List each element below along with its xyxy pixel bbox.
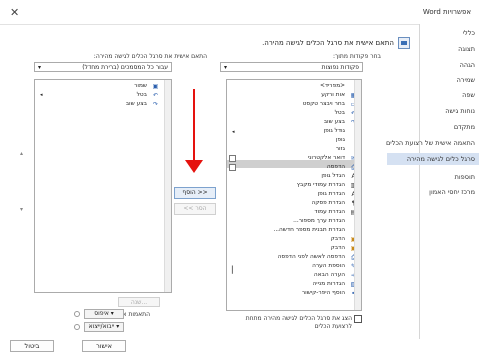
list-item[interactable]: הגדל גופן xyxy=(321,173,345,179)
title-bar: ✕ אפשרויות Word xyxy=(0,0,479,24)
list-item[interactable]: הדבק xyxy=(331,236,345,242)
list-item[interactable]: בצע שוב xyxy=(126,101,147,107)
customize-toolbar-select[interactable]: עבור כל המסמכים (ברירת מחדל) ▾ xyxy=(34,62,172,72)
red-arrow-head-icon xyxy=(185,160,203,173)
undo-icon: ↶ xyxy=(152,92,159,99)
submenu-arrow-icon: ◂ xyxy=(40,92,43,98)
customize-toolbar-value: עבור כל המסמכים (ברירת מחדל) xyxy=(82,64,168,71)
modify-button[interactable]: שנה... xyxy=(118,297,160,307)
customize-toolbar-label: התאם אישית את סרגל הכלים לגישה מהירה: xyxy=(93,53,207,60)
list-item[interactable]: הדפסה לאשה לפני הדפסה xyxy=(278,254,345,260)
list-item[interactable]: בחר ויבצר טקסט xyxy=(303,101,345,107)
list-item[interactable]: הגדרת פסקה xyxy=(311,200,345,206)
list-item[interactable]: גופן xyxy=(336,137,345,143)
page-title: התאם אישית את סרגל הכלים לגישה מהירה. xyxy=(262,39,394,47)
list-item[interactable]: בטל xyxy=(335,110,345,116)
list-item[interactable]: דואר אלקטרוני xyxy=(308,155,345,161)
import-export-dropdown[interactable]: ייבוא/ייצוא ▾ xyxy=(84,322,124,332)
info-icon xyxy=(74,324,80,330)
list-item[interactable]: הוסף היפר-קישור xyxy=(302,290,345,296)
toolbar-items-list[interactable]: שמור בטל בצע שוב ▣ ↶ ↷ ◂ xyxy=(34,79,172,293)
toolbar-icon xyxy=(398,37,410,49)
list-item[interactable]: הגדרת תבנית מספר חדשה... xyxy=(273,227,345,233)
chevron-down-icon: ▾ xyxy=(224,64,228,71)
list-item[interactable]: הדבק xyxy=(331,245,345,251)
add-button[interactable]: הוסף >> xyxy=(174,187,216,199)
sidebar-item-language[interactable]: שפה xyxy=(462,91,475,99)
list-item[interactable]: הגדרת ערך מספור... xyxy=(293,218,345,224)
import-export-label: ייבוא/ייצוא xyxy=(88,323,115,330)
sidebar-item-proofing[interactable]: הגהה xyxy=(460,61,475,69)
sidebar: כללי תצוגה הגהה שמירה שפה נוחות גישה מתק… xyxy=(386,24,479,339)
dropdown-indicator-icon xyxy=(229,164,236,171)
save-icon: ▣ xyxy=(152,83,159,90)
sidebar-item-advanced[interactable]: מתקדם xyxy=(454,123,475,131)
sidebar-item-general[interactable]: כללי xyxy=(463,29,475,37)
list-item[interactable]: אות ורקע xyxy=(321,92,345,98)
list-item[interactable]: בטל xyxy=(137,92,147,98)
list-item[interactable]: הגדרת עמודי מקבץ xyxy=(297,182,345,188)
show-below-ribbon-label: הצג את סרגל הכלים לגישה מהירה מתחת לרצוע… xyxy=(245,315,352,330)
commands-list[interactable]: <מפריד> אות ורקע בחר ויבצר טקסט בטל בצע … xyxy=(226,79,362,311)
dialog-footer: אישור ביטול xyxy=(0,339,479,353)
show-below-ribbon-checkbox[interactable] xyxy=(354,315,362,323)
reset-dropdown[interactable]: איפוס ▾ xyxy=(84,309,124,319)
reset-label: איפוס xyxy=(94,310,109,317)
chevron-down-icon: ▾ xyxy=(38,64,42,71)
sidebar-item-addins[interactable]: תוספות xyxy=(455,173,475,181)
list-item[interactable]: גזור xyxy=(336,146,345,152)
list-item[interactable]: הוספת הערה xyxy=(312,263,345,269)
sidebar-item-display[interactable]: תצוגה xyxy=(458,45,475,53)
move-down-icon[interactable]: ▾ xyxy=(20,206,23,213)
choose-commands-value: פקודות נפוצות xyxy=(321,64,359,71)
choose-commands-select[interactable]: פקודות נפוצות ▾ xyxy=(220,62,363,72)
list-item[interactable]: גודל גופן xyxy=(324,128,345,134)
redo-icon: ↷ xyxy=(152,101,159,108)
toolbar-items-scrollbar[interactable] xyxy=(164,80,171,292)
list-item[interactable]: הערה הבאה xyxy=(314,272,345,278)
cursor-icon: ▏ xyxy=(232,266,238,274)
close-icon[interactable]: ✕ xyxy=(10,6,19,19)
cancel-button[interactable]: ביטול xyxy=(10,340,54,352)
list-item[interactable]: הגדרות מנייה xyxy=(313,281,345,287)
list-item[interactable]: הדפסה xyxy=(327,164,345,170)
list-item[interactable]: בצע שוב xyxy=(324,119,345,125)
window-title: אפשרויות Word xyxy=(422,8,471,16)
main-panel: התאם אישית את סרגל הכלים לגישה מהירה. בח… xyxy=(0,24,419,339)
list-item[interactable]: הגדרת עמוד xyxy=(314,209,345,215)
ok-button[interactable]: אישור xyxy=(82,340,126,352)
list-item[interactable]: הגדרת גופן xyxy=(318,191,345,197)
sidebar-item-accessibility[interactable]: נוחות גישה xyxy=(445,107,475,115)
sidebar-item-save[interactable]: שמירה xyxy=(457,76,475,84)
move-up-icon[interactable]: ▴ xyxy=(20,150,23,157)
submenu-arrow-icon: ◂ xyxy=(232,129,235,135)
red-arrow-shaft xyxy=(193,89,195,161)
info-icon xyxy=(74,311,80,317)
commands-scrollbar[interactable] xyxy=(354,80,361,310)
list-item[interactable]: <מפריד> xyxy=(320,83,345,89)
choose-commands-label: בחר פקודות מתוך: xyxy=(333,53,381,60)
sidebar-item-trust-center[interactable]: מרכז יחסי האמון xyxy=(429,188,475,196)
list-item[interactable]: שמור xyxy=(134,83,147,89)
remove-button[interactable]: << הסר xyxy=(174,203,216,215)
dropdown-indicator-icon xyxy=(229,155,236,162)
